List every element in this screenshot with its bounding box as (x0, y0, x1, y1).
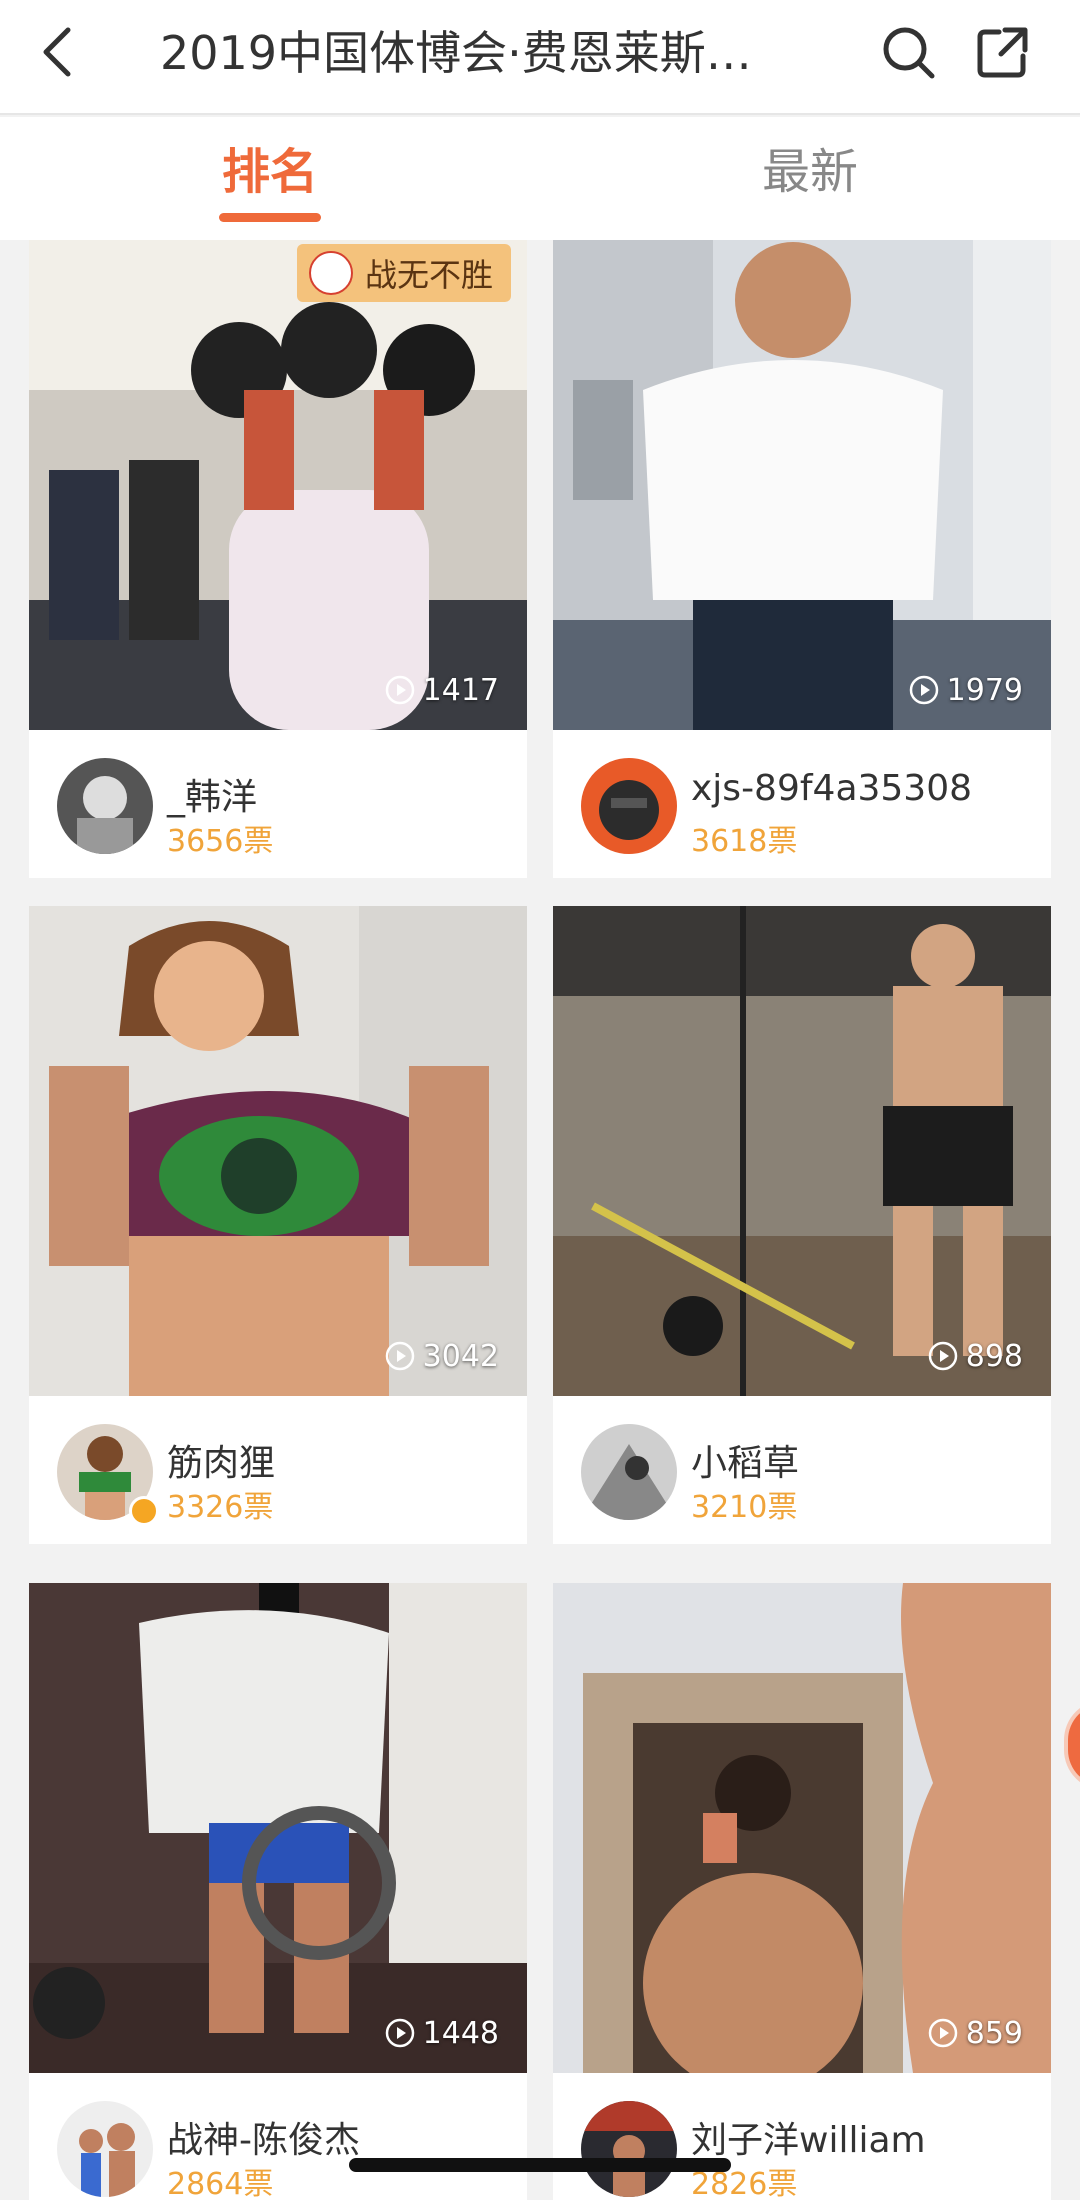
view-count: 1417 (385, 672, 499, 708)
author-info: 筋肉狸 3326票 (29, 1396, 527, 1546)
author-name: 战神-陈俊杰 (167, 2120, 360, 2161)
vote-count: 3326票 (167, 1490, 274, 1525)
author-name: xjs-89f4a35308 (691, 768, 973, 809)
video-card[interactable]: 战无不胜 1417 _韩洋 3656票 (29, 240, 527, 878)
video-thumbnail[interactable]: 3042 (29, 906, 527, 1396)
author-name: 小稻草 (691, 1443, 800, 1484)
thumbnail-image (29, 906, 527, 1396)
avatar-image (581, 2101, 677, 2197)
author-name: 刘子洋william (691, 2120, 926, 2161)
video-card[interactable]: 859 刘子洋william 2826票 (553, 1583, 1051, 2200)
author-info: 战神-陈俊杰 2864票 (29, 2073, 527, 2200)
view-count: 859 (928, 2015, 1023, 2051)
author-name: 筋肉狸 (167, 1443, 276, 1484)
view-count-value: 1417 (422, 672, 499, 708)
play-icon (928, 1341, 957, 1371)
rank-badge: 战无不胜 (297, 244, 512, 302)
video-thumbnail[interactable]: 898 (553, 906, 1051, 1396)
vote-count: 3618票 (691, 824, 798, 859)
avatar-image (581, 758, 677, 854)
thumbnail-image (553, 906, 1051, 1396)
home-indicator[interactable] (349, 2158, 731, 2172)
view-count-value: 3042 (422, 1338, 499, 1374)
video-thumbnail[interactable]: 1979 (553, 240, 1051, 730)
play-icon (928, 2018, 957, 2048)
view-count-value: 859 (965, 2015, 1023, 2051)
avatar-image (57, 758, 153, 854)
share-button[interactable] (975, 24, 1031, 80)
thumbnail-image (553, 1583, 1051, 2073)
view-count-value: 898 (965, 1338, 1023, 1374)
play-icon (385, 2018, 414, 2048)
search-icon (883, 27, 935, 79)
author-info: 小稻草 3210票 (553, 1396, 1051, 1546)
play-icon (909, 675, 938, 705)
video-card[interactable]: 3042 筋肉狸 3326票 (29, 906, 527, 1544)
view-count-value: 1448 (422, 2015, 499, 2051)
video-thumbnail[interactable]: 1448 (29, 1583, 527, 2073)
avatar[interactable] (57, 2101, 153, 2197)
view-count: 1979 (909, 672, 1023, 708)
video-card[interactable]: 1448 战神-陈俊杰 2864票 (29, 1583, 527, 2200)
tab-ranking[interactable]: 排名 (200, 137, 340, 207)
view-count: 898 (928, 1338, 1023, 1374)
vote-count: 2864票 (167, 2167, 274, 2200)
verified-icon (129, 1496, 159, 1526)
play-icon (385, 675, 414, 705)
avatar-image (581, 1424, 677, 1520)
page-title: 2019中国体博会·费恩莱斯… (160, 26, 752, 80)
video-thumbnail[interactable]: 战无不胜 1417 (29, 240, 527, 730)
author-name: _韩洋 (167, 777, 258, 818)
back-icon (43, 27, 71, 77)
search-button[interactable] (880, 24, 936, 80)
vote-count: 3656票 (167, 824, 274, 859)
thumbnail-image (29, 1583, 527, 2073)
active-tab-indicator (219, 213, 321, 222)
top-nav-bar: 2019中国体博会·费恩莱斯… (0, 0, 1080, 115)
author-info: _韩洋 3656票 (29, 730, 527, 880)
badge-label: 战无不胜 (365, 256, 494, 294)
video-card[interactable]: 898 小稻草 3210票 (553, 906, 1051, 1544)
avatar-image (57, 2101, 153, 2197)
tab-bar: 排名 最新 (0, 117, 1080, 240)
avatar[interactable] (581, 2101, 677, 2197)
share-icon (977, 27, 1028, 78)
play-icon (385, 1341, 414, 1371)
thumbnail-image (29, 240, 527, 730)
tab-latest[interactable]: 最新 (740, 137, 880, 207)
view-count: 3042 (385, 1338, 499, 1374)
avatar[interactable] (57, 758, 153, 854)
author-info: xjs-89f4a35308 3618票 (553, 730, 1051, 880)
thumbnail-image (553, 240, 1051, 730)
badge-logo-icon (309, 251, 353, 295)
video-thumbnail[interactable]: 859 (553, 1583, 1051, 2073)
view-count: 1448 (385, 2015, 499, 2051)
vote-count: 3210票 (691, 1490, 798, 1525)
video-grid: 战无不胜 1417 _韩洋 3656票 1979 xjs-89f4a35308 … (0, 240, 1080, 2200)
view-count-value: 1979 (946, 672, 1023, 708)
avatar[interactable] (581, 1424, 677, 1520)
back-button[interactable] (36, 22, 84, 82)
author-info: 刘子洋william 2826票 (553, 2073, 1051, 2200)
avatar[interactable] (581, 758, 677, 854)
video-card[interactable]: 1979 xjs-89f4a35308 3618票 (553, 240, 1051, 878)
